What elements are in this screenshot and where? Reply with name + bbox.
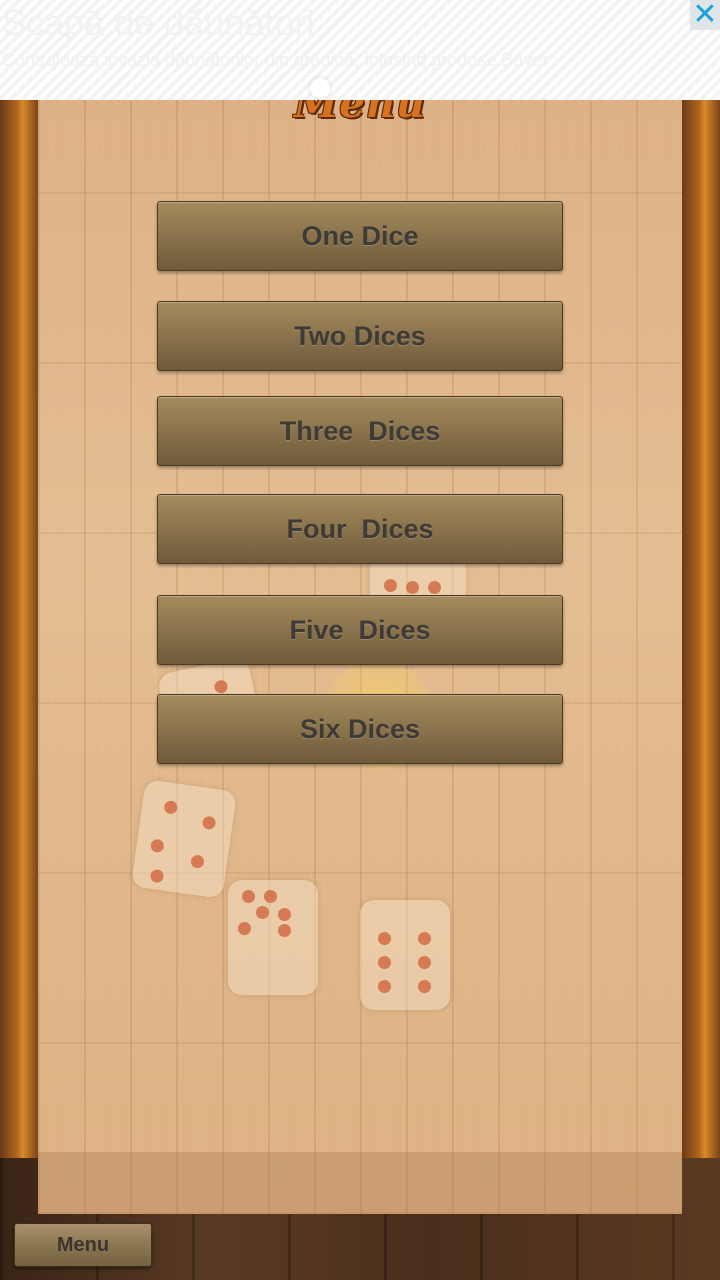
five-dices-button-label: Five Dices	[289, 614, 431, 645]
decorative-die	[360, 900, 450, 1010]
two-dices-button-label: Two Dices	[294, 320, 426, 351]
three-dices-button-label: Three Dices	[279, 415, 441, 446]
six-dices-button-label: Six Dices	[299, 713, 421, 744]
one-dice-button-label: One Dice	[301, 220, 419, 251]
ad-indicator-dot	[310, 78, 330, 98]
bottom-menu-label: Menu	[56, 1233, 110, 1256]
one-dice-button[interactable]: One Dice	[157, 201, 563, 271]
right-wood-rail	[682, 100, 720, 1158]
close-icon[interactable]: ✕	[690, 0, 720, 30]
ad-title[interactable]: Scapă de dăunători	[2, 2, 314, 44]
five-dices-button[interactable]: Five Dices	[157, 595, 563, 665]
four-dices-button[interactable]: Four Dices	[157, 494, 563, 564]
game-screen: Menu One Dice Two Dices Three Dices Four…	[0, 0, 720, 1280]
four-dices-button-label: Four Dices	[286, 513, 434, 544]
bottom-menu-button[interactable]: Menu	[14, 1223, 152, 1267]
three-dices-button[interactable]: Three Dices	[157, 396, 563, 466]
ad-body[interactable]: Controlează invazia dăunătorilor din gră…	[2, 50, 548, 71]
decorative-die	[130, 779, 238, 899]
six-dices-button[interactable]: Six Dices	[157, 694, 563, 764]
two-dices-button[interactable]: Two Dices	[157, 301, 563, 371]
left-wood-rail	[0, 100, 38, 1158]
ad-banner[interactable]: Scapă de dăunători Controlează invazia d…	[0, 0, 720, 100]
decorative-die	[228, 880, 318, 995]
